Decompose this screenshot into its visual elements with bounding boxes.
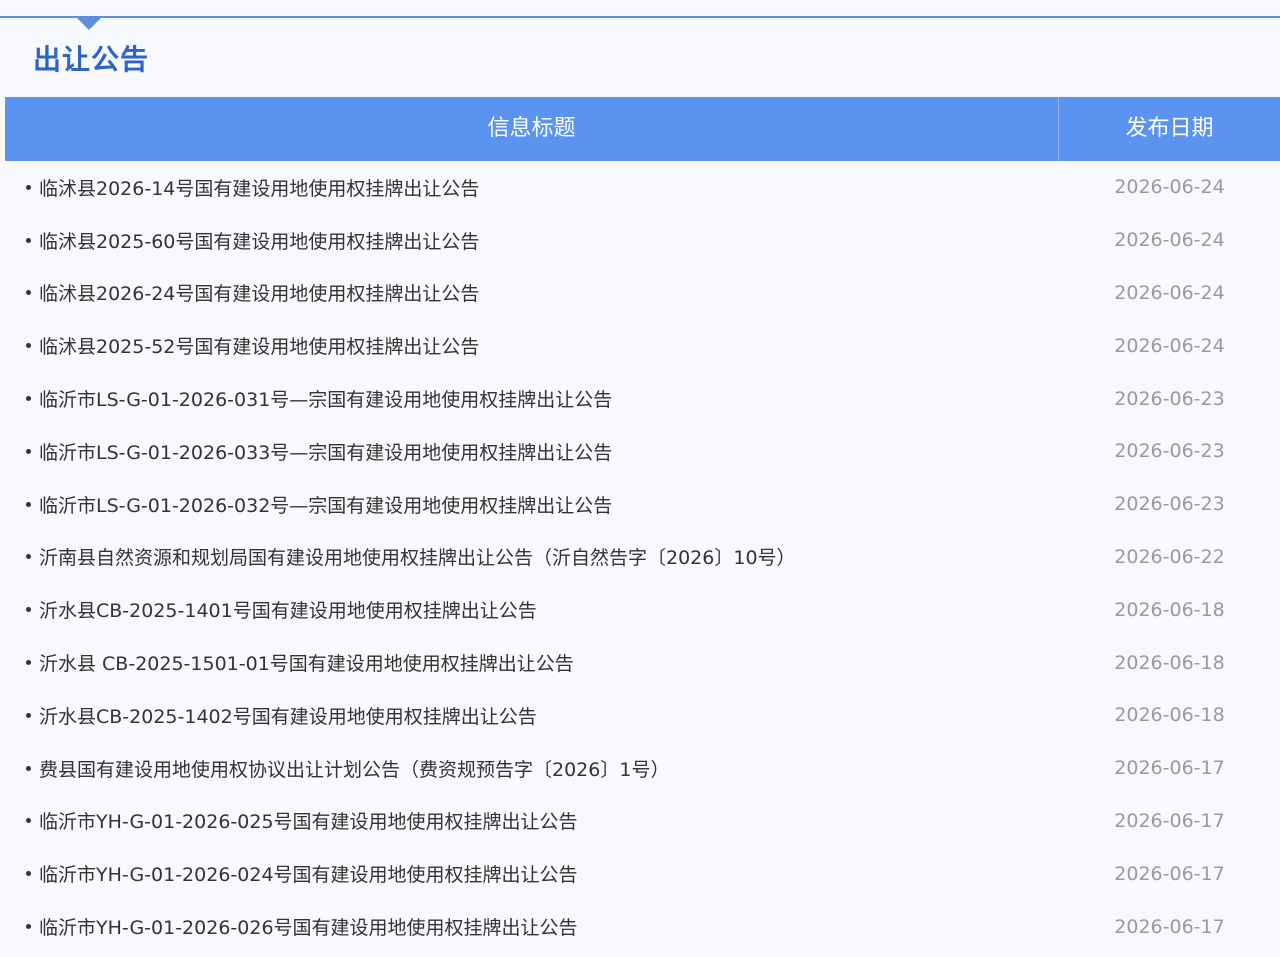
table-body: 临沭县2026-14号国有建设用地使用权挂牌出让公告 2026-06-24 临沭县2… xyxy=(5,161,1280,953)
table-row[interactable]: 临沂市LS-G-01-2026-033号—宗国有建设用地使用权挂牌出让公告 202… xyxy=(5,425,1280,478)
table-row[interactable]: 临沭县2026-24号国有建设用地使用权挂牌出让公告 2026-06-24 xyxy=(5,267,1280,320)
announcement-link[interactable]: 费县国有建设用地使用权协议出让计划公告（费资规预告字〔2026〕1号） xyxy=(39,755,669,782)
bullet-icon xyxy=(26,660,31,666)
publish-date-cell: 2026-06-22 xyxy=(1114,545,1225,568)
announcement-link[interactable]: 临沭县2026-14号国有建设用地使用权挂牌出让公告 xyxy=(39,174,479,201)
announcement-link[interactable]: 沂南县自然资源和规划局国有建设用地使用权挂牌出让公告（沂自然告字〔2026〕10… xyxy=(39,543,796,570)
bullet-icon xyxy=(26,924,31,930)
publish-date-cell: 2026-06-17 xyxy=(1114,915,1225,938)
publish-date-cell: 2026-06-18 xyxy=(1114,704,1225,727)
publish-date-cell: 2026-06-24 xyxy=(1114,334,1225,357)
publish-date-cell: 2026-06-23 xyxy=(1114,387,1225,410)
table-row[interactable]: 临沂市YH-G-01-2026-026号国有建设用地使用权挂牌出让公告 2026-… xyxy=(5,900,1280,953)
publish-date-cell: 2026-06-24 xyxy=(1114,281,1225,304)
announcement-table: 信息标题 发布日期 临沭县2026-14号国有建设用地使用权挂牌出让公告 2026… xyxy=(5,97,1280,953)
announcement-title-cell: 沂水县CB-2025-1401号国有建设用地使用权挂牌出让公告 xyxy=(5,596,1059,623)
table-row[interactable]: 临沂市YH-G-01-2026-024号国有建设用地使用权挂牌出让公告 2026-… xyxy=(5,847,1280,900)
active-section-pointer-icon xyxy=(77,18,101,30)
announcement-link[interactable]: 临沂市YH-G-01-2026-025号国有建设用地使用权挂牌出让公告 xyxy=(39,807,578,834)
announcement-title-cell: 费县国有建设用地使用权协议出让计划公告（费资规预告字〔2026〕1号） xyxy=(5,755,1059,782)
table-row[interactable]: 临沂市LS-G-01-2026-032号—宗国有建设用地使用权挂牌出让公告 202… xyxy=(5,478,1280,531)
announcement-title-cell: 沂水县CB-2025-1402号国有建设用地使用权挂牌出让公告 xyxy=(5,702,1059,729)
publish-date-cell: 2026-06-18 xyxy=(1114,651,1225,674)
publish-date-cell: 2026-06-24 xyxy=(1114,176,1225,199)
announcement-page: 出让公告 信息标题 发布日期 临沭县2026-14号国有建设用地使用权挂牌出让公… xyxy=(0,0,1280,957)
announcement-link[interactable]: 临沭县2026-24号国有建设用地使用权挂牌出让公告 xyxy=(39,279,479,306)
publish-date-cell: 2026-06-17 xyxy=(1114,862,1225,885)
announcement-link[interactable]: 临沭县2025-52号国有建设用地使用权挂牌出让公告 xyxy=(39,332,479,359)
announcement-link[interactable]: 临沂市LS-G-01-2026-031号—宗国有建设用地使用权挂牌出让公告 xyxy=(39,385,612,412)
announcement-title-cell: 沂水县 CB-2025-1501-01号国有建设用地使用权挂牌出让公告 xyxy=(5,649,1059,676)
bullet-icon xyxy=(26,818,31,824)
table-header: 信息标题 发布日期 xyxy=(5,97,1280,161)
table-row[interactable]: 临沭县2026-14号国有建设用地使用权挂牌出让公告 2026-06-24 xyxy=(5,161,1280,214)
bullet-icon xyxy=(26,184,31,190)
announcement-link[interactable]: 临沂市LS-G-01-2026-033号—宗国有建设用地使用权挂牌出让公告 xyxy=(39,438,612,465)
table-row[interactable]: 沂水县CB-2025-1401号国有建设用地使用权挂牌出让公告 2026-06-1… xyxy=(5,583,1280,636)
announcement-title-cell: 临沂市YH-G-01-2026-026号国有建设用地使用权挂牌出让公告 xyxy=(5,913,1059,940)
announcement-link[interactable]: 沂水县CB-2025-1402号国有建设用地使用权挂牌出让公告 xyxy=(39,702,537,729)
announcement-title-cell: 临沭县2026-24号国有建设用地使用权挂牌出让公告 xyxy=(5,279,1059,306)
publish-date-cell: 2026-06-18 xyxy=(1114,598,1225,621)
publish-date-cell: 2026-06-17 xyxy=(1114,809,1225,832)
bullet-icon xyxy=(26,343,31,349)
column-header-title: 信息标题 xyxy=(5,97,1059,161)
table-row[interactable]: 临沂市YH-G-01-2026-025号国有建设用地使用权挂牌出让公告 2026-… xyxy=(5,795,1280,848)
bullet-icon xyxy=(26,871,31,877)
announcement-title-cell: 沂南县自然资源和规划局国有建设用地使用权挂牌出让公告（沂自然告字〔2026〕10… xyxy=(5,543,1059,570)
announcement-title-cell: 临沂市YH-G-01-2026-024号国有建设用地使用权挂牌出让公告 xyxy=(5,860,1059,887)
table-row[interactable]: 临沭县2025-52号国有建设用地使用权挂牌出让公告 2026-06-24 xyxy=(5,319,1280,372)
bullet-icon xyxy=(26,448,31,454)
table-row[interactable]: 临沂市LS-G-01-2026-031号—宗国有建设用地使用权挂牌出让公告 202… xyxy=(5,372,1280,425)
announcement-link[interactable]: 临沂市YH-G-01-2026-024号国有建设用地使用权挂牌出让公告 xyxy=(39,860,578,887)
section-divider xyxy=(0,16,1280,18)
table-row[interactable]: 临沭县2025-60号国有建设用地使用权挂牌出让公告 2026-06-24 xyxy=(5,214,1280,267)
announcement-title-cell: 临沭县2026-14号国有建设用地使用权挂牌出让公告 xyxy=(5,174,1059,201)
bullet-icon xyxy=(26,396,31,402)
publish-date-cell: 2026-06-23 xyxy=(1114,493,1225,516)
bullet-icon xyxy=(26,290,31,296)
publish-date-cell: 2026-06-17 xyxy=(1114,757,1225,780)
announcement-link[interactable]: 沂水县CB-2025-1401号国有建设用地使用权挂牌出让公告 xyxy=(39,596,537,623)
table-row[interactable]: 沂水县 CB-2025-1501-01号国有建设用地使用权挂牌出让公告 2026-… xyxy=(5,636,1280,689)
announcement-title-cell: 临沂市LS-G-01-2026-031号—宗国有建设用地使用权挂牌出让公告 xyxy=(5,385,1059,412)
section-title: 出让公告 xyxy=(33,43,150,76)
column-header-date: 发布日期 xyxy=(1125,116,1214,141)
announcement-title-cell: 临沭县2025-60号国有建设用地使用权挂牌出让公告 xyxy=(5,227,1059,254)
table-row[interactable]: 沂南县自然资源和规划局国有建设用地使用权挂牌出让公告（沂自然告字〔2026〕10… xyxy=(5,531,1280,584)
bullet-icon xyxy=(26,607,31,613)
announcement-link[interactable]: 沂水县 CB-2025-1501-01号国有建设用地使用权挂牌出让公告 xyxy=(39,649,574,676)
bullet-icon xyxy=(26,554,31,560)
announcement-title-cell: 临沂市YH-G-01-2026-025号国有建设用地使用权挂牌出让公告 xyxy=(5,807,1059,834)
bullet-icon xyxy=(26,712,31,718)
announcement-link[interactable]: 临沂市YH-G-01-2026-026号国有建设用地使用权挂牌出让公告 xyxy=(39,913,578,940)
bullet-icon xyxy=(26,501,31,507)
bullet-icon xyxy=(26,765,31,771)
publish-date-cell: 2026-06-24 xyxy=(1114,229,1225,252)
publish-date-cell: 2026-06-23 xyxy=(1114,440,1225,463)
announcement-link[interactable]: 临沭县2025-60号国有建设用地使用权挂牌出让公告 xyxy=(39,227,479,254)
announcement-title-cell: 临沂市LS-G-01-2026-033号—宗国有建设用地使用权挂牌出让公告 xyxy=(5,438,1059,465)
announcement-title-cell: 临沂市LS-G-01-2026-032号—宗国有建设用地使用权挂牌出让公告 xyxy=(5,491,1059,518)
table-row[interactable]: 沂水县CB-2025-1402号国有建设用地使用权挂牌出让公告 2026-06-1… xyxy=(5,689,1280,742)
announcement-title-cell: 临沭县2025-52号国有建设用地使用权挂牌出让公告 xyxy=(5,332,1059,359)
bullet-icon xyxy=(26,237,31,243)
announcement-link[interactable]: 临沂市LS-G-01-2026-032号—宗国有建设用地使用权挂牌出让公告 xyxy=(39,491,612,518)
table-row[interactable]: 费县国有建设用地使用权协议出让计划公告（费资规预告字〔2026〕1号） 2026-… xyxy=(5,742,1280,795)
